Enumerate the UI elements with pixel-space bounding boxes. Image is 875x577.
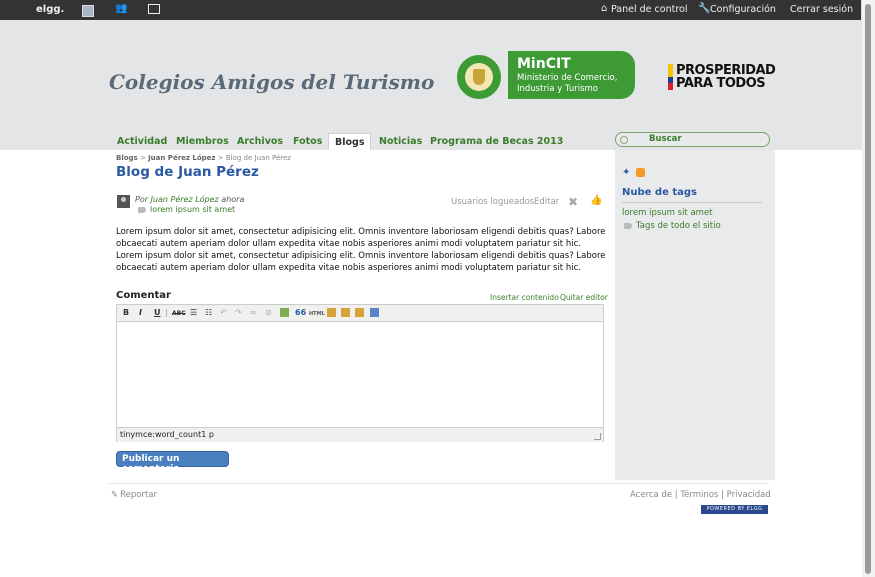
footer-links: Acerca de | Términos | Privacidad bbox=[630, 490, 771, 500]
editor-statusbar: tinymce:word_count1 p bbox=[117, 427, 603, 442]
comment-editor[interactable]: B I U | ABC ☰ ☷ ↶ ↷ ∞ ⊘ 66 HTML tinymce:… bbox=[116, 304, 604, 442]
comment-heading: Comentar bbox=[116, 290, 171, 301]
logout-link[interactable]: Cerrar sesión bbox=[790, 4, 853, 15]
editor-toolbar: B I U | ABC ☰ ☷ ↶ ↷ ∞ ⊘ 66 HTML bbox=[117, 305, 603, 322]
post-tag-link[interactable]: lorem ipsum sit amet bbox=[150, 205, 235, 214]
breadcrumb-blogs[interactable]: Blogs bbox=[116, 154, 138, 162]
underline-button[interactable]: U bbox=[154, 308, 161, 317]
edit-link[interactable]: Editar bbox=[534, 197, 559, 207]
mincit-line3: Industria y Turismo bbox=[517, 84, 598, 94]
post-tags: lorem ipsum sit amet bbox=[138, 205, 235, 214]
mincit-line2: Ministerio de Comercio, bbox=[517, 73, 618, 83]
redo-icon[interactable]: ↷ bbox=[235, 308, 242, 317]
settings-link[interactable]: Configuración bbox=[710, 4, 776, 15]
paste-icon[interactable] bbox=[327, 308, 336, 317]
avatar-icon[interactable] bbox=[82, 5, 94, 17]
post-body: Lorem ipsum dolor sit amet, consectetur … bbox=[116, 227, 606, 273]
about-link[interactable]: Acerca de bbox=[630, 490, 672, 500]
search-label: Buscar bbox=[649, 134, 682, 144]
image-icon[interactable] bbox=[280, 308, 289, 317]
tab-fotos[interactable]: Fotos bbox=[293, 136, 322, 147]
blockquote-button[interactable]: 66 bbox=[295, 308, 306, 317]
page-title: Blog de Juan Pérez bbox=[116, 164, 259, 180]
report-icon: ✎ bbox=[111, 490, 119, 500]
footer-sep: | bbox=[721, 490, 724, 500]
page-scrollbar[interactable] bbox=[861, 0, 875, 577]
prosperidad-logo: PROSPERIDAD PARA TODOS bbox=[668, 63, 778, 93]
tab-miembros[interactable]: Miembros bbox=[176, 136, 229, 147]
sidebar-divider bbox=[622, 202, 762, 203]
paste-text-icon[interactable] bbox=[341, 308, 350, 317]
friends-icon[interactable]: 👥 bbox=[115, 3, 127, 14]
powered-by-badge[interactable]: POWERED BY ELGG bbox=[701, 505, 768, 514]
privacy-link[interactable]: Privacidad bbox=[727, 490, 771, 500]
author-link[interactable]: Juan Pérez López bbox=[151, 195, 219, 204]
undo-icon[interactable]: ↶ bbox=[220, 308, 227, 317]
report-link[interactable]: ✎ Reportar bbox=[111, 490, 157, 500]
search-icon bbox=[620, 136, 628, 144]
breadcrumb-current: Blog de Juan Pérez bbox=[225, 154, 291, 162]
prosperidad-line2: PARA TODOS bbox=[676, 76, 766, 91]
post-time: ahora bbox=[221, 195, 245, 204]
numbered-list-icon[interactable]: ☷ bbox=[205, 308, 212, 317]
remove-editor-link[interactable]: Quitar editor bbox=[560, 293, 608, 302]
site-title[interactable]: Colegios Amigos del Turismo bbox=[109, 70, 434, 94]
wrench-icon: 🔧 bbox=[698, 3, 711, 14]
html-button[interactable]: HTML bbox=[309, 311, 325, 317]
report-label: Reportar bbox=[120, 490, 158, 500]
tag-cloud-item[interactable]: lorem ipsum sit amet bbox=[622, 208, 713, 218]
editor-status: tinymce:word_count1 p bbox=[120, 430, 214, 439]
elgg-logo[interactable]: elgg. bbox=[36, 4, 64, 15]
search-field[interactable]: Buscar bbox=[615, 132, 770, 147]
access-level: Usuarios logueados bbox=[451, 197, 535, 207]
tab-actividad[interactable]: Actividad bbox=[117, 136, 167, 147]
like-icon[interactable]: 👍 bbox=[590, 195, 602, 206]
tag-cloud-title: Nube de tags bbox=[622, 187, 697, 198]
bold-button[interactable]: B bbox=[123, 308, 129, 317]
all-tags-link[interactable]: Tags de todo el sitio bbox=[624, 221, 721, 231]
coat-of-arms-icon bbox=[455, 53, 503, 101]
flag-bar bbox=[668, 64, 673, 90]
footer-sep: | bbox=[674, 490, 678, 500]
publish-comment-button[interactable]: Publicar un comentario bbox=[116, 451, 229, 474]
delete-icon[interactable]: ✖ bbox=[568, 195, 578, 209]
home-icon: ⌂ bbox=[601, 3, 608, 14]
author-avatar[interactable] bbox=[117, 195, 130, 208]
control-panel-link[interactable]: Panel de control bbox=[611, 4, 687, 15]
breadcrumb: Blogs > Juan Pérez López > Blog de Juan … bbox=[116, 154, 291, 162]
terms-link[interactable]: Términos bbox=[680, 490, 718, 500]
mincit-title: MinCIT bbox=[517, 56, 571, 72]
link-icon[interactable]: ∞ bbox=[250, 308, 257, 317]
all-tags-label: Tags de todo el sitio bbox=[636, 221, 721, 231]
tag-icon bbox=[624, 222, 632, 229]
breadcrumb-author[interactable]: Juan Pérez López bbox=[148, 154, 215, 162]
mincit-logo: MinCIT Ministerio de Comercio, Industria… bbox=[455, 51, 635, 101]
strikethrough-button[interactable]: ABC bbox=[172, 310, 186, 317]
top-bar: elgg. 👥 ⌂ Panel de control 🔧 Configuraci… bbox=[0, 0, 862, 20]
rss-icon[interactable] bbox=[636, 168, 645, 177]
resize-handle[interactable] bbox=[594, 433, 601, 440]
tag-icon bbox=[138, 206, 146, 213]
tab-noticias[interactable]: Noticias bbox=[379, 136, 422, 147]
footer-divider bbox=[109, 483, 769, 484]
tab-programa-becas[interactable]: Programa de Becas 2013 bbox=[430, 136, 563, 147]
sidebar bbox=[615, 150, 775, 480]
scrollbar-thumb[interactable] bbox=[865, 4, 871, 574]
bullet-list-icon[interactable]: ☰ bbox=[190, 308, 197, 317]
post-byline: Por Juan Pérez López ahora bbox=[135, 195, 244, 204]
toolbar-separator: | bbox=[165, 308, 168, 317]
breadcrumb-sep: > bbox=[139, 154, 146, 162]
tab-archivos[interactable]: Archivos bbox=[237, 136, 283, 147]
breadcrumb-sep: > bbox=[217, 154, 224, 162]
messages-icon[interactable] bbox=[148, 4, 160, 14]
unlink-icon[interactable]: ⊘ bbox=[265, 308, 272, 317]
insert-content-link[interactable]: Insertar contenido bbox=[490, 293, 559, 302]
pin-icon[interactable]: ✦ bbox=[622, 167, 630, 178]
paste-word-icon[interactable] bbox=[355, 308, 364, 317]
italic-button[interactable]: I bbox=[139, 308, 142, 317]
fullscreen-icon[interactable] bbox=[370, 308, 379, 317]
tab-blogs[interactable]: Blogs bbox=[328, 133, 372, 150]
mincit-badge: MinCIT Ministerio de Comercio, Industria… bbox=[508, 51, 635, 99]
byline-prefix: Por bbox=[135, 195, 149, 204]
